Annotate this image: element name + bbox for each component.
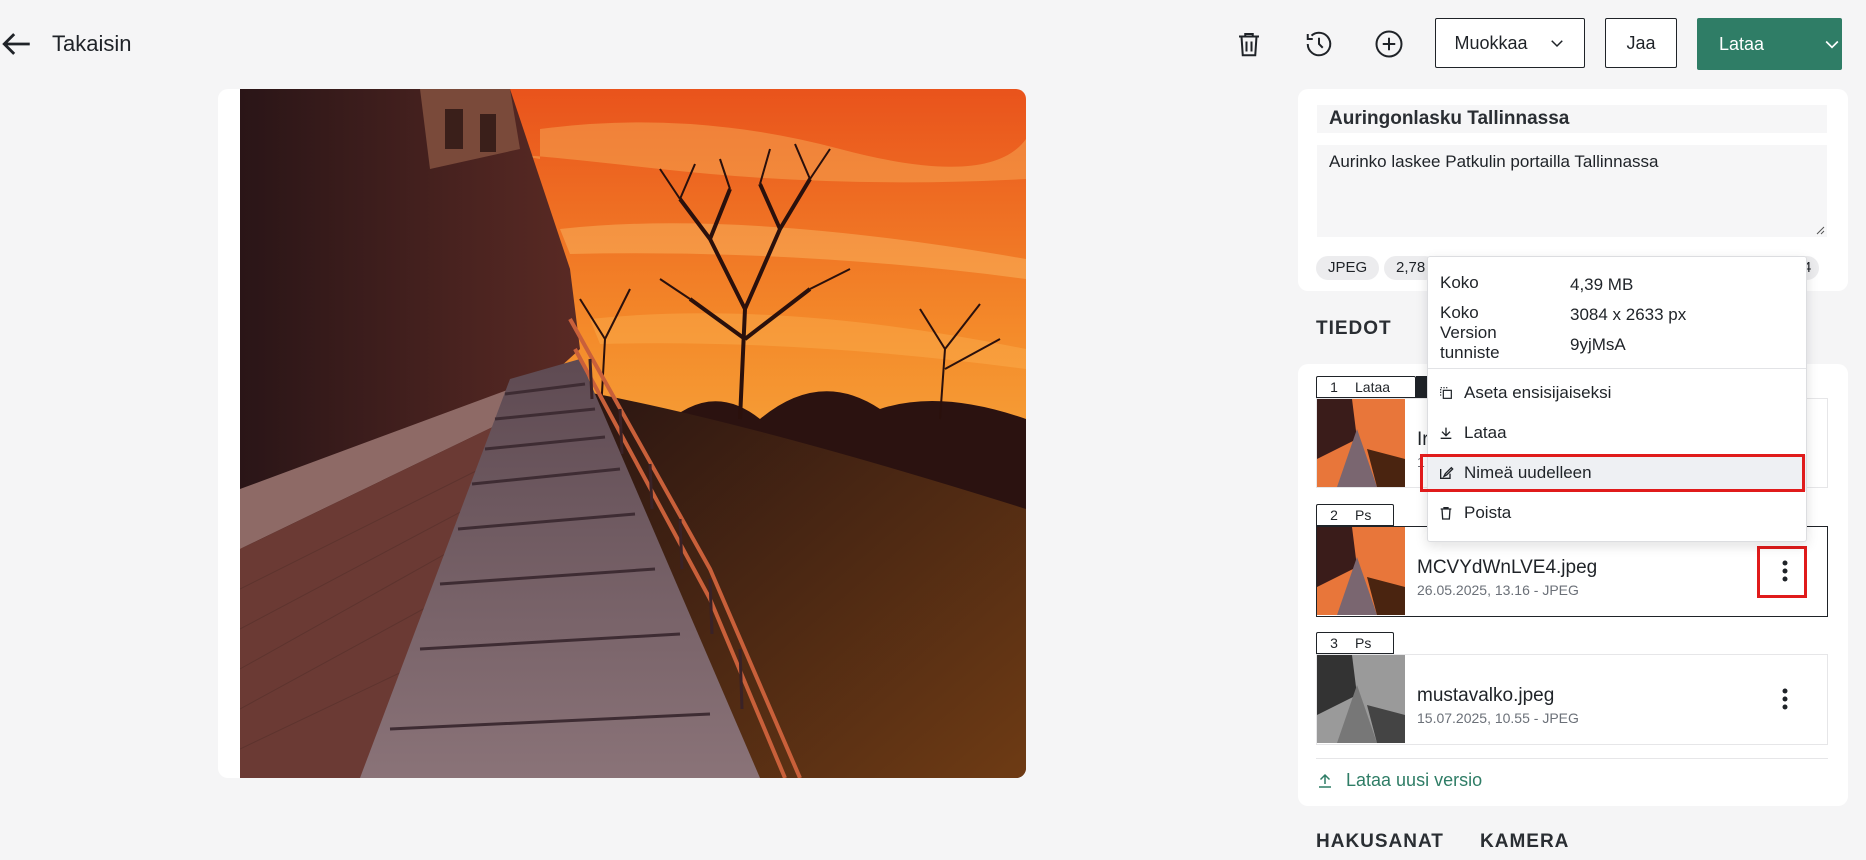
back-label: Takaisin xyxy=(52,31,132,56)
info-label: Koko xyxy=(1440,273,1479,292)
download-button[interactable]: Lataa xyxy=(1697,18,1842,70)
version-number: 1 xyxy=(1330,379,1338,395)
resize-handle-icon[interactable] xyxy=(1815,225,1825,235)
info-label: Version tunniste xyxy=(1440,323,1500,362)
upload-icon xyxy=(1319,773,1331,788)
version-type: Ps xyxy=(1355,635,1372,651)
version-menu-button[interactable] xyxy=(1765,551,1805,591)
version-name: mustavalko.jpeg xyxy=(1417,685,1555,706)
version-thumbnail xyxy=(1317,527,1405,615)
menu-download-label: Lataa xyxy=(1464,423,1507,442)
version-thumbnail xyxy=(1317,655,1405,743)
version-row-3[interactable]: mustavalko.jpeg 15.07.2025, 10.55 - JPEG xyxy=(1316,654,1828,745)
version-menu-button[interactable] xyxy=(1765,679,1805,719)
share-button[interactable]: Jaa xyxy=(1605,18,1677,68)
version-type: Lataa xyxy=(1355,379,1391,395)
version-meta: 26.05.2025, 13.16 - JPEG xyxy=(1417,582,1579,598)
edit-label: Muokkaa xyxy=(1454,32,1528,53)
version-meta: 1 xyxy=(1417,454,1425,470)
chevron-down-icon xyxy=(1550,40,1563,48)
version-thumbnail xyxy=(1317,399,1405,487)
edit-icon xyxy=(1440,466,1454,479)
version-number: 3 xyxy=(1330,635,1338,651)
more-vertical-icon xyxy=(1782,560,1788,582)
menu-set-primary[interactable]: Aseta ensisijaiseksi xyxy=(1428,375,1806,411)
version-context-menu: Koko 4,39 MB Koko 3084 x 2633 px Version… xyxy=(1427,256,1807,542)
trash-icon xyxy=(1440,507,1452,520)
menu-divider xyxy=(1428,368,1806,369)
format-chip: JPEG xyxy=(1316,256,1380,280)
more-vertical-icon xyxy=(1782,688,1788,710)
version-tag: 3 Ps xyxy=(1316,632,1394,654)
info-value: 9yjMsA xyxy=(1570,335,1626,354)
trash-icon xyxy=(1239,33,1259,57)
chevron-down-icon xyxy=(1825,40,1839,49)
version-type: Ps xyxy=(1355,507,1372,523)
download-icon xyxy=(1440,427,1452,439)
menu-set-primary-label: Aseta ensisijaiseksi xyxy=(1464,383,1612,402)
sunset-photo xyxy=(240,89,1026,778)
image-preview xyxy=(218,89,1026,778)
description-field[interactable]: Aurinko laskee Patkulin portailla Tallin… xyxy=(1317,145,1827,237)
menu-rename-label: Nimeä uudelleen xyxy=(1464,463,1592,482)
divider xyxy=(1316,758,1828,759)
menu-download[interactable]: Lataa xyxy=(1428,415,1806,451)
keywords-heading[interactable]: HAKUSANAT xyxy=(1316,831,1444,853)
upload-new-version-link[interactable]: Lataa uusi versio xyxy=(1316,770,1482,791)
info-value: 4,39 MB xyxy=(1570,275,1634,294)
description-text: Aurinko laskee Patkulin portailla Tallin… xyxy=(1329,152,1659,171)
info-value: 3084 x 2633 px xyxy=(1570,305,1687,324)
info-label: Koko xyxy=(1440,303,1479,322)
download-label: Lataa xyxy=(1719,33,1765,54)
history-icon xyxy=(1306,31,1332,57)
version-meta: 15.07.2025, 10.55 - JPEG xyxy=(1417,710,1579,726)
copy-icon xyxy=(1440,387,1452,399)
edit-dropdown-button[interactable]: Muokkaa xyxy=(1435,18,1585,68)
download-menu-toggle[interactable] xyxy=(1822,34,1842,54)
menu-delete-label: Poista xyxy=(1464,503,1512,522)
history-button[interactable] xyxy=(1299,24,1339,64)
version-name: MCVYdWnLVE4.jpeg xyxy=(1417,557,1598,578)
share-label: Jaa xyxy=(1626,32,1656,53)
version-tag: 1 Lataa xyxy=(1316,376,1416,398)
upload-new-label: Lataa uusi versio xyxy=(1346,770,1483,790)
menu-rename[interactable]: Nimeä uudelleen xyxy=(1428,455,1806,491)
camera-heading[interactable]: KAMERA xyxy=(1480,831,1569,853)
back-button[interactable]: Takaisin xyxy=(0,22,131,66)
details-heading[interactable]: TIEDOT xyxy=(1316,318,1392,340)
arrow-left-icon xyxy=(2,33,30,55)
menu-delete[interactable]: Poista xyxy=(1428,495,1806,531)
version-number: 2 xyxy=(1330,507,1338,523)
title-field[interactable]: Auringonlasku Tallinnassa xyxy=(1317,105,1827,133)
version-tag: 2 Ps xyxy=(1316,504,1394,526)
plus-circle-icon xyxy=(1375,30,1403,58)
add-button[interactable] xyxy=(1369,24,1409,64)
delete-button[interactable] xyxy=(1229,24,1269,64)
